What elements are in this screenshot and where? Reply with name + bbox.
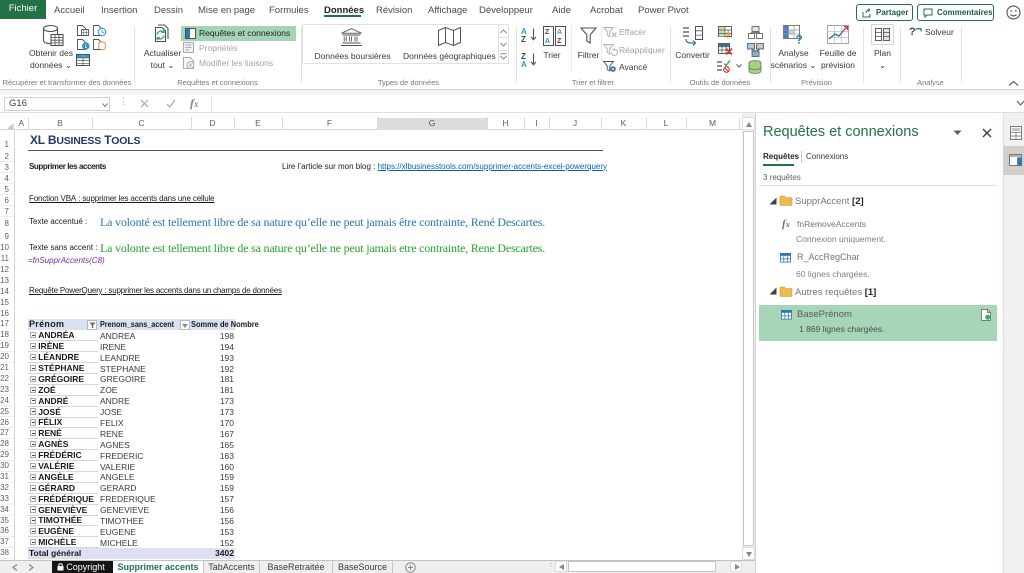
svg-text:?: ? xyxy=(796,33,803,47)
svg-text:A: A xyxy=(521,60,527,69)
svg-text:?: ? xyxy=(909,26,916,38)
svg-text:Z: Z xyxy=(545,29,550,36)
svg-text:Z: Z xyxy=(521,35,526,44)
svg-text:Z: Z xyxy=(557,38,562,45)
svg-text:A: A xyxy=(545,38,550,45)
svg-text:A: A xyxy=(557,29,562,36)
